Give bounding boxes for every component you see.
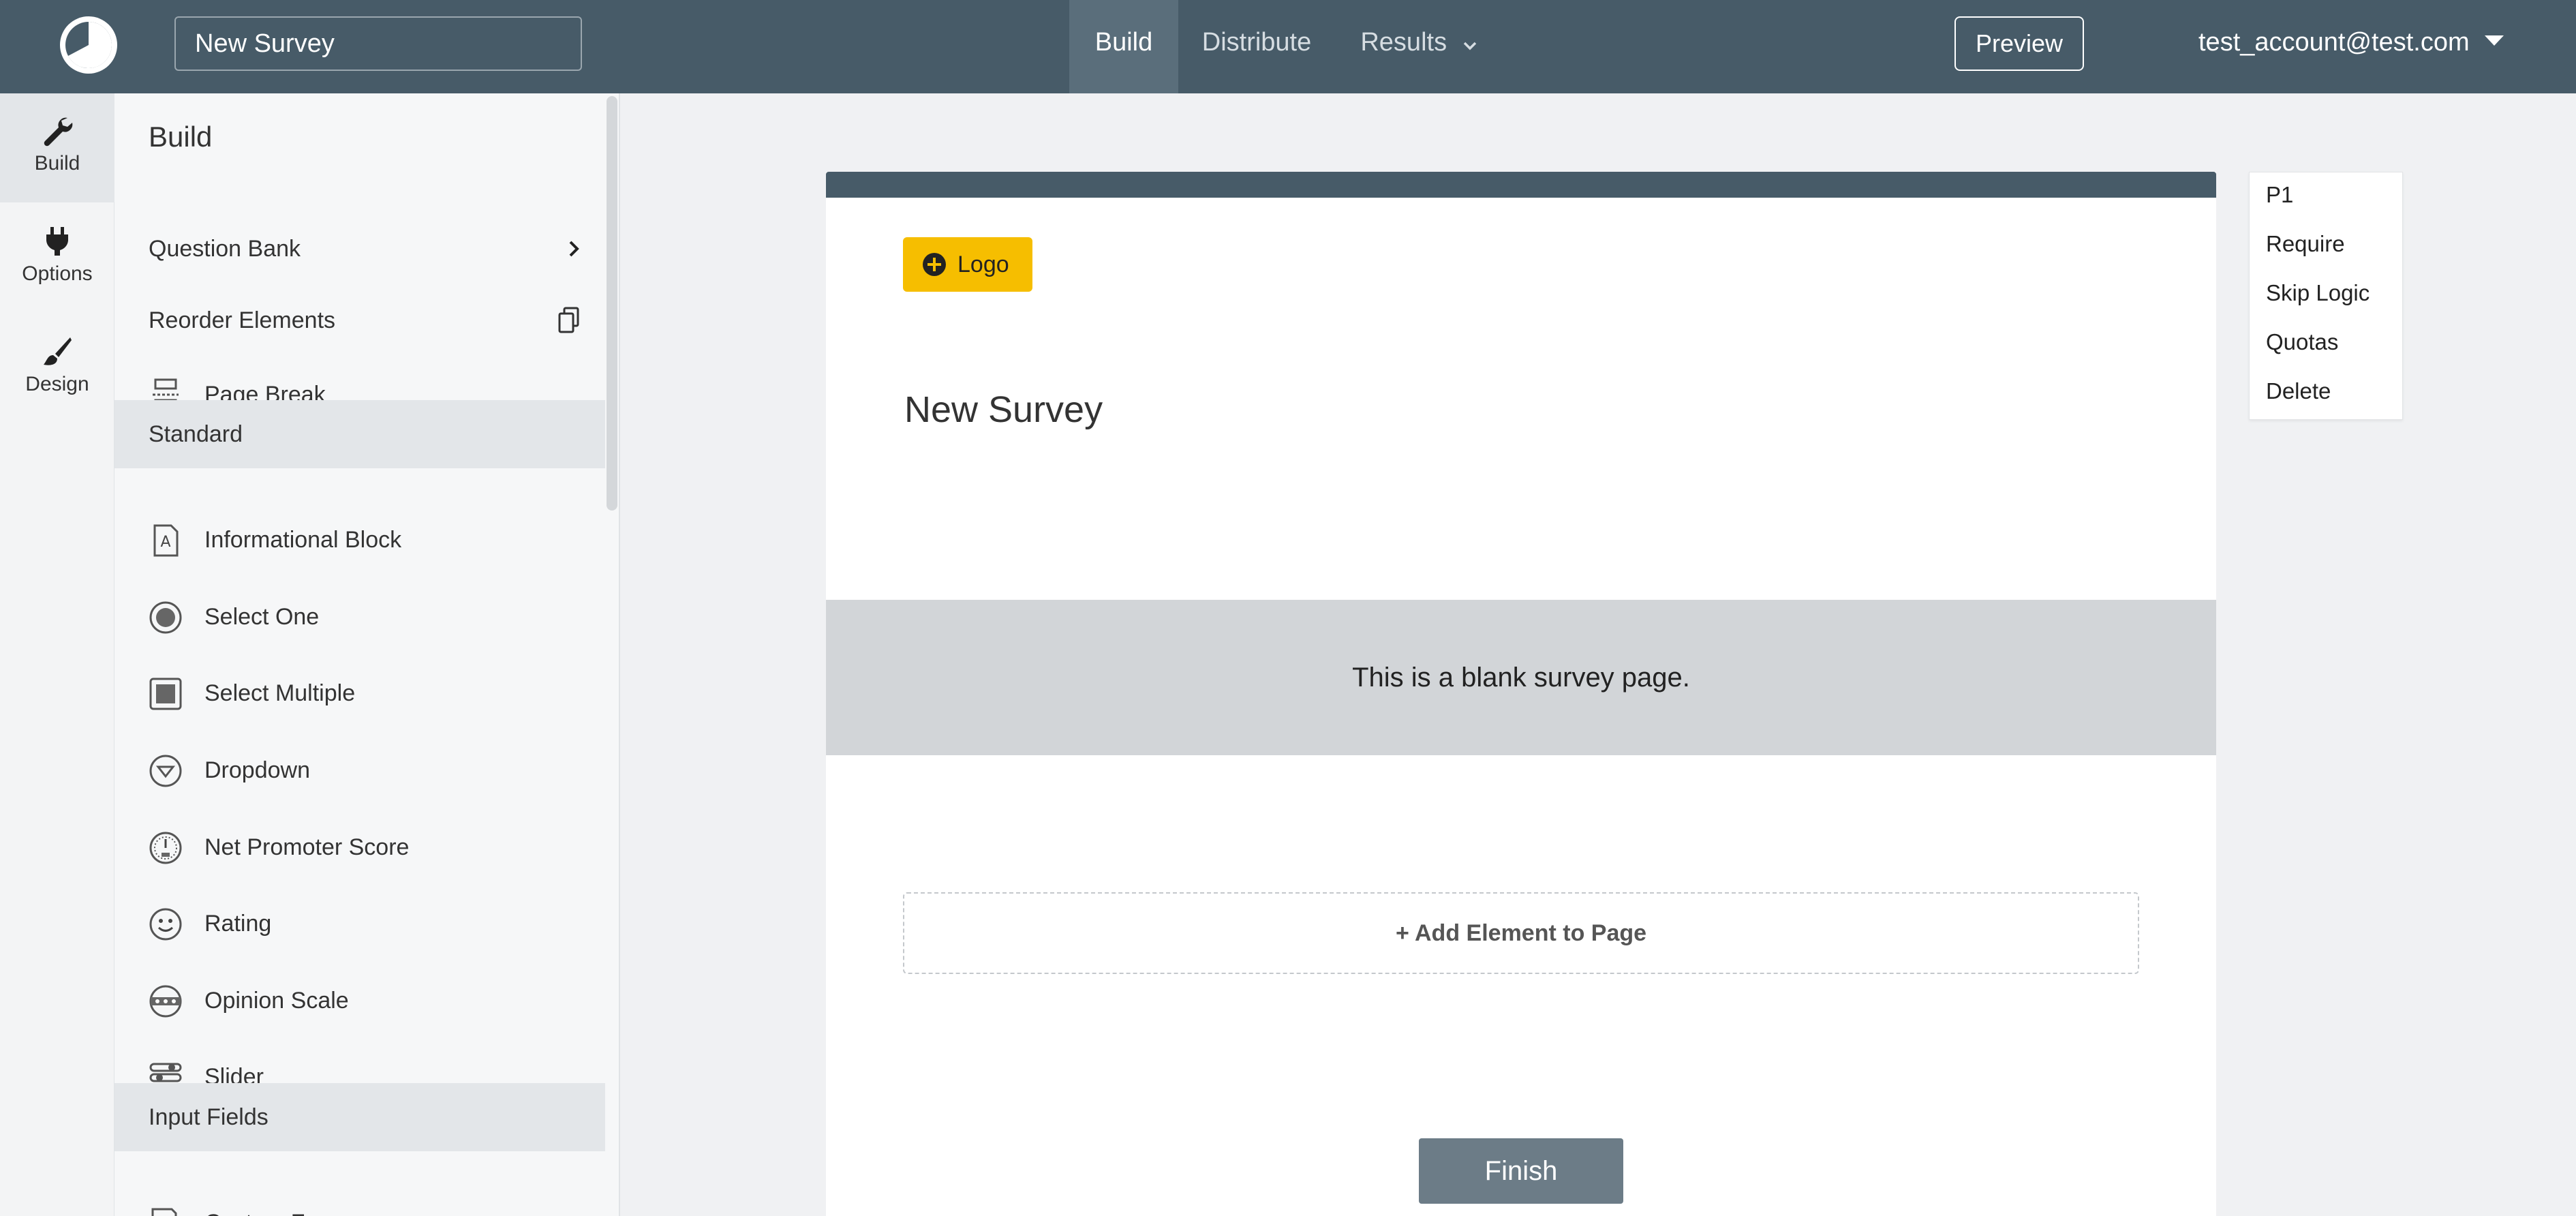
nav-tab-results[interactable]: Results <box>1351 0 1487 93</box>
copy-icon <box>557 307 581 340</box>
question-bank-item[interactable]: Question Bank <box>114 215 605 283</box>
rail-item-build[interactable]: Build <box>0 93 114 202</box>
reorder-elements-item[interactable]: Reorder Elements <box>114 286 605 354</box>
page-options-menu: P1 Require Skip Logic Quotas Delete <box>2249 172 2403 420</box>
nav-tab-distribute-label: Distribute <box>1201 28 1312 57</box>
survey-page-card: Logo New Survey This is a blank survey p… <box>826 172 2216 1216</box>
paintbrush-icon <box>0 336 114 367</box>
opinion-scale-label: Opinion Scale <box>204 988 349 1014</box>
page-menu-skip-logic[interactable]: Skip Logic <box>2266 280 2370 306</box>
informational-block-icon: A <box>149 523 183 558</box>
radio-icon <box>149 601 183 635</box>
element-dropdown[interactable]: Dropdown <box>114 736 605 804</box>
section-input-fields: Input Fields <box>114 1083 605 1151</box>
preview-button[interactable]: Preview <box>1954 16 2084 71</box>
element-custom-form[interactable]: Custom Form <box>114 1189 605 1216</box>
left-icon-rail: Build Options Design <box>0 93 114 1216</box>
smiley-icon <box>149 907 183 941</box>
dropdown-label: Dropdown <box>204 757 310 783</box>
element-select-one[interactable]: Select One <box>114 583 605 651</box>
element-select-multiple[interactable]: Select Multiple <box>114 659 605 727</box>
nav-tab-distribute[interactable]: Distribute <box>1189 0 1325 93</box>
survey-page-title[interactable]: New Survey <box>904 389 1103 431</box>
add-element-button[interactable]: + Add Element to Page <box>903 892 2139 974</box>
panel-heading: Build <box>149 121 213 153</box>
checkbox-icon <box>149 677 183 711</box>
survey-header-strip <box>826 172 2216 198</box>
page-menu-require[interactable]: Require <box>2266 231 2345 257</box>
panel-scrollbar[interactable] <box>607 96 617 511</box>
gauge-icon <box>149 831 183 865</box>
informational-block-label: Informational Block <box>204 527 402 553</box>
rail-item-options-label: Options <box>22 262 93 285</box>
top-bar: Build Distribute Results Preview test_ac… <box>0 0 2576 93</box>
custom-form-icon <box>149 1206 183 1216</box>
element-net-promoter-score[interactable]: Net Promoter Score <box>114 813 605 881</box>
caret-down-icon <box>2484 35 2504 46</box>
page-menu-page-number[interactable]: P1 <box>2266 182 2293 208</box>
finish-button[interactable]: Finish <box>1419 1138 1623 1204</box>
nav-tab-build-label: Build <box>1094 28 1153 57</box>
element-rating[interactable]: Rating <box>114 890 605 958</box>
custom-form-label: Custom Form <box>204 1189 345 1216</box>
rail-item-design-label: Design <box>25 373 89 395</box>
select-multiple-label: Select Multiple <box>204 680 356 706</box>
add-logo-button[interactable]: Logo <box>903 237 1032 292</box>
plug-icon <box>0 226 114 257</box>
rail-item-design[interactable]: Design <box>0 314 114 423</box>
rail-item-options[interactable]: Options <box>0 204 114 313</box>
wrench-icon <box>0 115 114 147</box>
add-logo-label: Logo <box>957 252 1009 277</box>
section-standard: Standard <box>114 400 605 468</box>
app-logo-icon[interactable] <box>53 14 123 75</box>
element-informational-block[interactable]: A Informational Block <box>114 506 605 574</box>
net-promoter-score-label: Net Promoter Score <box>204 834 410 860</box>
rating-label: Rating <box>204 911 272 937</box>
element-opinion-scale[interactable]: Opinion Scale <box>114 967 605 1035</box>
account-email: test_account@test.com <box>2198 28 2470 57</box>
svg-text:A: A <box>160 534 170 551</box>
page-menu-quotas[interactable]: Quotas <box>2266 329 2338 355</box>
account-menu[interactable]: test_account@test.com <box>2198 0 2504 93</box>
opinion-scale-icon <box>149 984 183 1018</box>
question-bank-label: Question Bank <box>149 236 301 262</box>
chevron-right-icon <box>567 235 581 269</box>
nav-tab-results-label: Results <box>1360 28 1447 57</box>
chevron-down-icon <box>1462 34 1477 55</box>
dropdown-icon <box>149 754 183 788</box>
rail-item-build-label: Build <box>34 152 80 174</box>
survey-title-input[interactable] <box>174 16 582 71</box>
select-one-label: Select One <box>204 604 320 630</box>
nav-tab-build[interactable]: Build <box>1069 0 1178 93</box>
build-panel: Build Question Bank Reorder Elements Pag… <box>114 93 620 1216</box>
page-menu-delete[interactable]: Delete <box>2266 378 2331 404</box>
reorder-elements-label: Reorder Elements <box>149 307 336 333</box>
blank-page-message: This is a blank survey page. <box>826 600 2216 755</box>
